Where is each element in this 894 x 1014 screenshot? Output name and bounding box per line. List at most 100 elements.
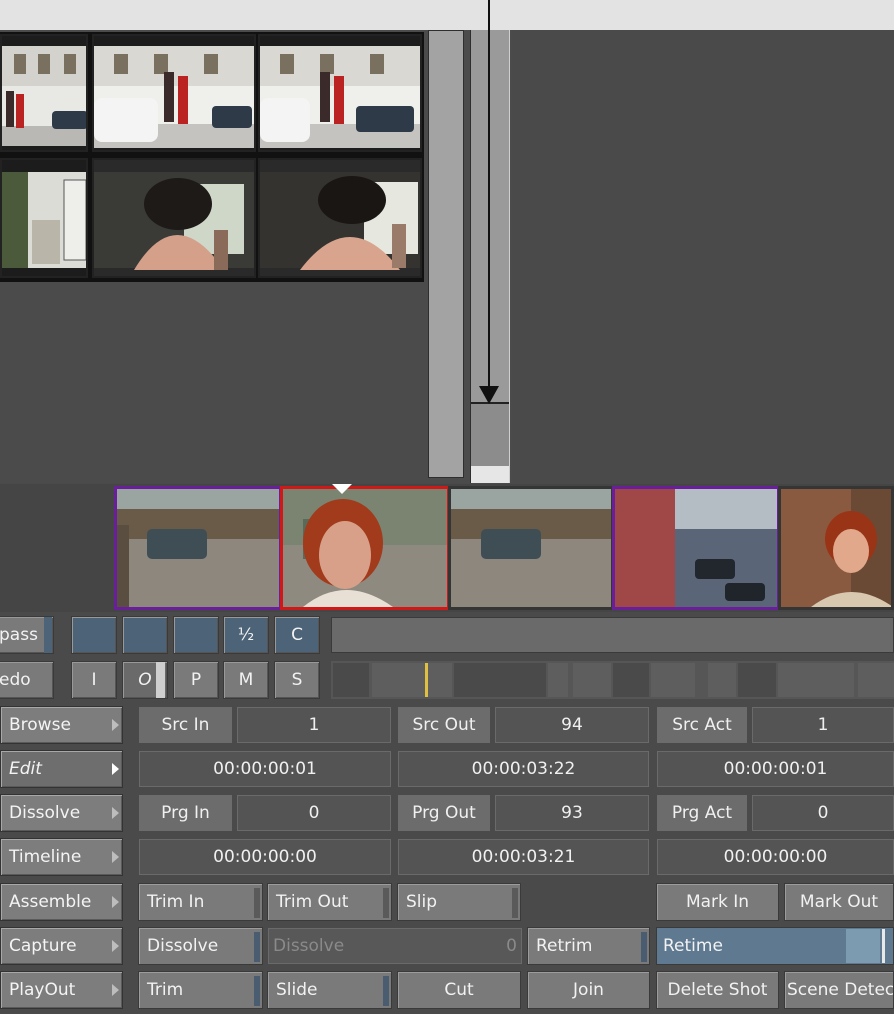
dissolve-length-field: Dissolve 0	[268, 928, 522, 964]
dissolve-button[interactable]: Dissolve	[138, 927, 263, 965]
retime-label: Retime	[663, 936, 723, 956]
menu-label: Capture	[9, 936, 77, 956]
timeline-segment	[858, 663, 894, 697]
p-button[interactable]: P	[173, 661, 219, 699]
button-indicator	[383, 888, 389, 918]
half-speed-button[interactable]: ½	[223, 616, 269, 654]
playhead[interactable]	[425, 663, 428, 697]
timeline-segment	[613, 663, 649, 697]
cut-button[interactable]: Cut	[397, 971, 521, 1009]
clip-thumbnail[interactable]	[0, 158, 88, 278]
retrim-button[interactable]: Retrim	[527, 927, 650, 965]
mark-in-button[interactable]: Mark In	[656, 883, 779, 921]
src-act-timecode[interactable]: 00:00:00:01	[657, 751, 894, 787]
prg-act-field[interactable]: 0	[752, 795, 894, 831]
mark-out-button[interactable]: Mark Out	[784, 883, 894, 921]
redo-label: edo	[0, 670, 31, 690]
menu-label: Timeline	[9, 847, 82, 867]
timeline-segment	[454, 663, 546, 697]
trim-out-button[interactable]: Trim Out	[267, 883, 392, 921]
button-indicator	[156, 662, 165, 698]
filmstrip-clip[interactable]	[612, 486, 780, 610]
menu-browse[interactable]: Browse	[0, 706, 123, 744]
retime-slider-handle[interactable]	[846, 929, 880, 963]
clip-thumbnail[interactable]	[92, 158, 256, 278]
menu-assemble[interactable]: Assemble	[0, 883, 123, 921]
filmstrip-clip[interactable]	[448, 486, 614, 610]
filmstrip-clip[interactable]	[778, 486, 894, 610]
button-label: Slip	[406, 892, 438, 912]
timeline-segment	[548, 663, 568, 697]
delete-shot-button[interactable]: Delete Shot	[656, 971, 779, 1009]
menu-dissolve[interactable]: Dissolve	[0, 794, 123, 832]
p-label: P	[190, 670, 202, 690]
clip-thumbnail[interactable]	[258, 158, 422, 278]
transport-slot-button[interactable]	[71, 616, 117, 654]
src-in-field[interactable]: 1	[237, 707, 391, 743]
trim-in-button[interactable]: Trim In	[138, 883, 263, 921]
chevron-right-icon	[112, 851, 119, 863]
filmstrip-clip-selected[interactable]	[280, 486, 450, 610]
src-in-label: Src In	[139, 707, 232, 743]
clip-thumbnail[interactable]	[92, 34, 256, 152]
src-out-timecode[interactable]: 00:00:03:22	[398, 751, 649, 787]
prg-in-timecode[interactable]: 00:00:00:00	[139, 839, 391, 875]
slide-button[interactable]: Slide	[267, 971, 392, 1009]
button-label: Retrim	[536, 936, 593, 956]
button-label: Delete Shot	[667, 980, 768, 1000]
filmstrip-clip[interactable]	[114, 486, 282, 610]
dissolve-field-label: Dissolve	[273, 936, 345, 956]
prg-in-field[interactable]: 0	[237, 795, 391, 831]
car-street-frame	[451, 489, 611, 607]
m-button[interactable]: M	[223, 661, 269, 699]
c-button[interactable]: C	[274, 616, 320, 654]
timeline-segment	[738, 663, 776, 697]
top-bar	[0, 0, 894, 30]
transport-slot-button[interactable]	[122, 616, 168, 654]
clip-thumbnail[interactable]	[258, 34, 422, 152]
prg-out-field[interactable]: 93	[495, 795, 649, 831]
scrollbar-end	[471, 466, 509, 483]
scene-detect-button[interactable]: Scene Detect	[784, 971, 894, 1009]
join-button[interactable]: Join	[527, 971, 650, 1009]
timeline-segment	[778, 663, 854, 697]
woman-at-window-thumbnail	[260, 172, 420, 270]
street-scene-thumbnail	[2, 46, 86, 146]
button-label: Join	[573, 980, 604, 1000]
menu-timeline[interactable]: Timeline	[0, 838, 123, 876]
half-label: ½	[237, 625, 255, 645]
prg-out-timecode[interactable]: 00:00:03:21	[398, 839, 649, 875]
o-label: O	[138, 670, 152, 690]
s-button[interactable]: S	[274, 661, 320, 699]
interior-thumbnail	[2, 172, 86, 268]
trim-button[interactable]: Trim	[138, 971, 263, 1009]
menu-playout[interactable]: PlayOut	[0, 971, 123, 1009]
menu-label: Assemble	[9, 892, 92, 912]
dissolve-field-value: 0	[506, 936, 517, 956]
i-button[interactable]: I	[71, 661, 117, 699]
src-act-field[interactable]: 1	[752, 707, 894, 743]
menu-edit[interactable]: Edit	[0, 750, 123, 788]
timeline-segment	[573, 663, 611, 697]
button-indicator	[641, 932, 647, 962]
src-act-label: Src Act	[657, 707, 747, 743]
prg-act-timecode[interactable]: 00:00:00:00	[657, 839, 894, 875]
scrollbar-handle[interactable]	[471, 402, 509, 466]
chevron-right-icon	[112, 807, 119, 819]
src-out-field[interactable]: 94	[495, 707, 649, 743]
redo-button[interactable]: edo	[0, 661, 54, 699]
pass-label: pass	[0, 625, 38, 645]
position-slider[interactable]	[331, 617, 894, 653]
button-label: Mark Out	[799, 892, 879, 912]
library-scrollbar[interactable]	[428, 30, 464, 478]
clip-thumbnail[interactable]	[0, 34, 88, 152]
intersection-frame	[615, 489, 777, 607]
menu-capture[interactable]: Capture	[0, 927, 123, 965]
prg-act-label: Prg Act	[657, 795, 747, 831]
woman-portrait-frame	[283, 489, 447, 607]
menu-label: PlayOut	[9, 980, 76, 1000]
chevron-right-icon	[112, 763, 119, 775]
src-in-timecode[interactable]: 00:00:00:01	[139, 751, 391, 787]
transport-slot-button[interactable]	[173, 616, 219, 654]
slip-button[interactable]: Slip	[397, 883, 521, 921]
